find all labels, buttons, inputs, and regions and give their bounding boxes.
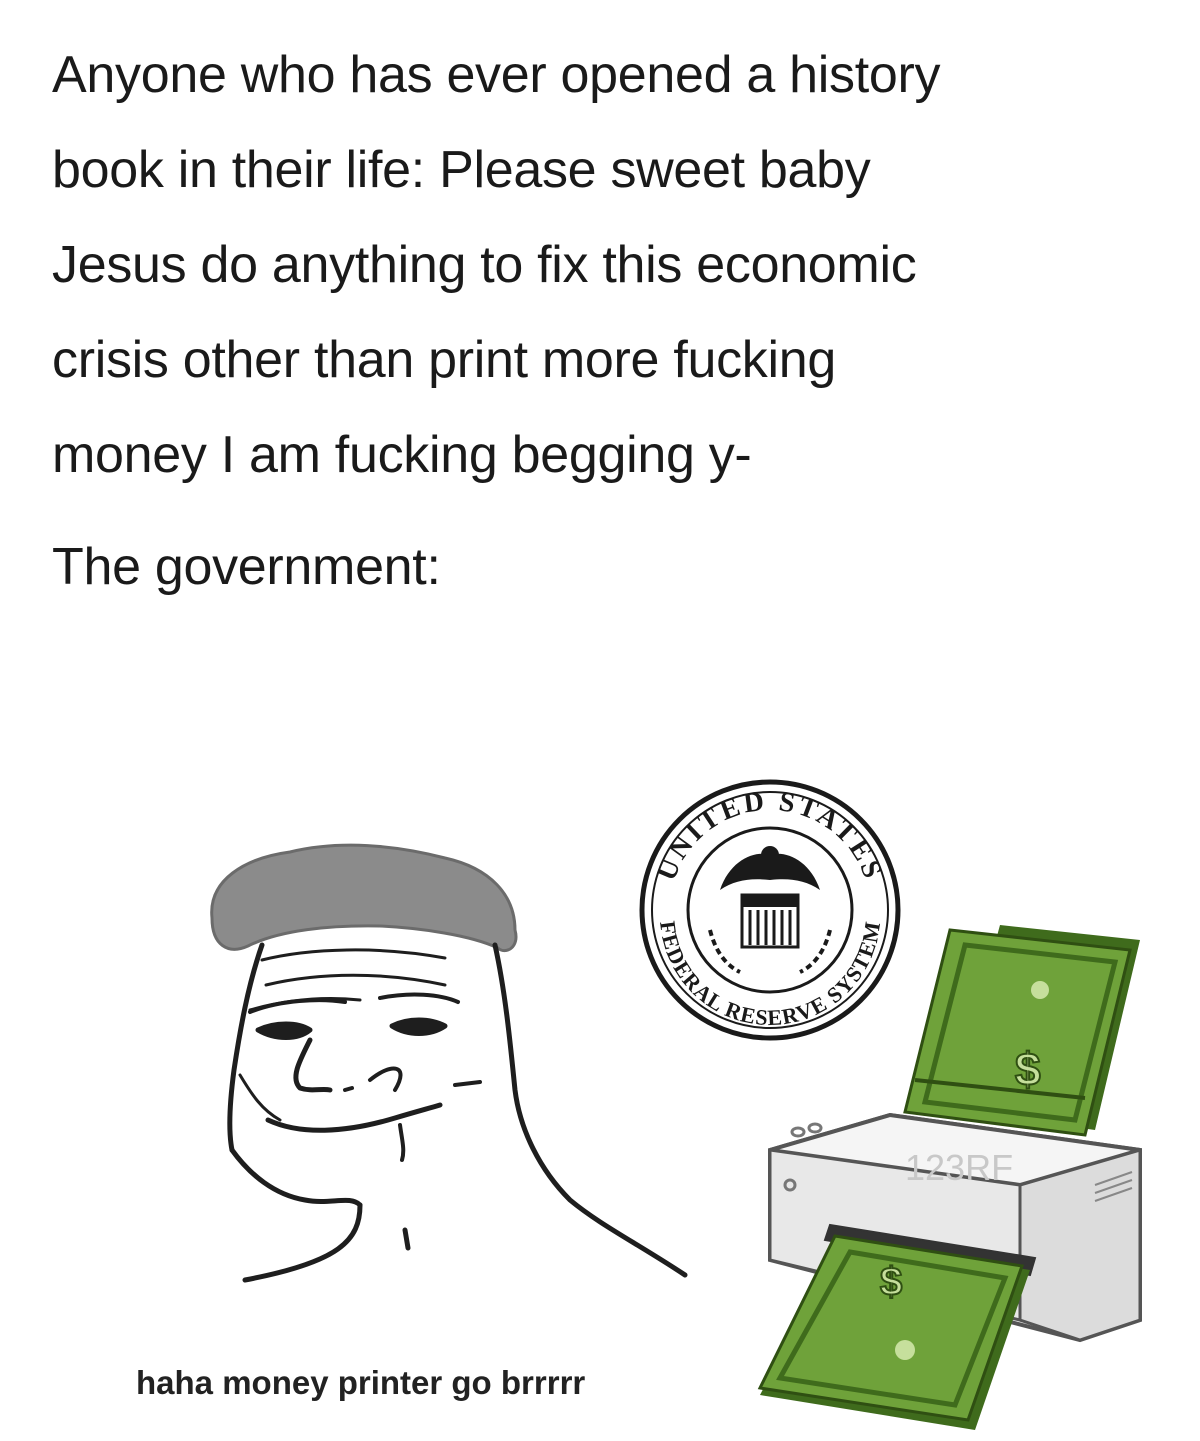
- post-text-line-4: crisis other than print more fucking: [52, 331, 836, 389]
- wojak-neck: [242, 1202, 363, 1283]
- wojak-forehead-wrinkles: [248, 948, 447, 1012]
- post-subject: The government:: [52, 538, 441, 596]
- meme-illustration: UNITED STATES FEDERAL RESERVE SYSTEM $ 1…: [210, 779, 1142, 1430]
- wojak-right-eye: [389, 1017, 448, 1036]
- federal-reserve-seal: UNITED STATES FEDERAL RESERVE SYSTEM: [639, 779, 901, 1041]
- post-text-line-5: money I am fucking begging y-: [52, 426, 752, 484]
- wojak-smirk: [265, 1102, 443, 1133]
- wojak-left-eye: [255, 1021, 313, 1040]
- printer-watermark: 123RF: [905, 1147, 1013, 1188]
- wojak-chin: [229, 1147, 363, 1208]
- wojak-head-left: [227, 942, 265, 1153]
- dollar-sign-icon: $: [880, 1260, 902, 1304]
- wojak-hair: [210, 843, 518, 953]
- money-stack-top: $: [903, 925, 1140, 1137]
- wojak-head-right: [492, 942, 688, 1278]
- wojak-face-drawing: [210, 843, 688, 1283]
- post-text: Anyone who has ever opened a history boo…: [52, 28, 1162, 503]
- meme-caption: haha money printer go brrrrr: [136, 1364, 586, 1401]
- dollar-sign-icon: $: [1015, 1043, 1041, 1095]
- post-text-line-1: Anyone who has ever opened a history: [52, 46, 941, 104]
- post-text-line-2: book in their life: Please sweet baby: [52, 141, 871, 199]
- wojak-nose: [293, 1037, 333, 1093]
- post-text-line-3: Jesus do anything to fix this economic: [52, 236, 917, 294]
